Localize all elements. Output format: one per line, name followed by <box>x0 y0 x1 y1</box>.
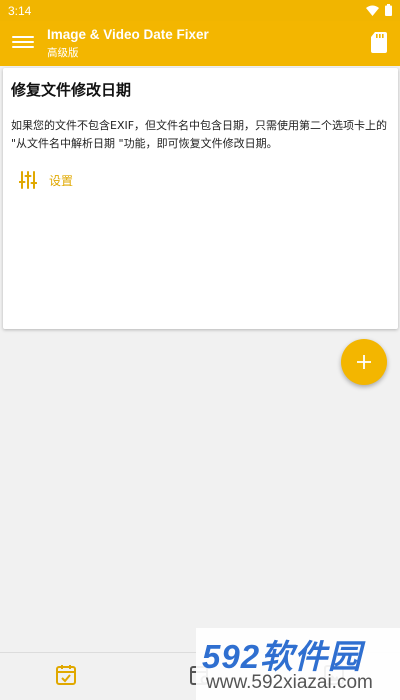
hamburger-menu-icon[interactable] <box>12 33 34 53</box>
fix-modified-date-card: 修复文件修改日期 如果您的文件不包含EXIF，但文件名中包含日期，只需使用第二个… <box>3 68 398 385</box>
sd-card-icon[interactable] <box>371 32 387 53</box>
watermark: 592软件园 www.592xiazai.com <box>196 628 400 700</box>
plus-icon <box>357 355 371 369</box>
status-icons <box>366 4 392 16</box>
status-time: 3:14 <box>8 4 32 18</box>
tune-sliders-icon <box>19 171 37 189</box>
app-bar: Image & Video Date Fixer 高级版 <box>0 21 400 66</box>
app-title: Image & Video Date Fixer <box>47 27 209 42</box>
watermark-logo: 592软件园 <box>202 638 363 675</box>
status-bar: 3:14 <box>0 0 400 21</box>
card-title: 修复文件修改日期 <box>11 81 132 99</box>
settings-button[interactable]: 设置 <box>19 169 73 191</box>
watermark-url: www.592xiazai.com <box>206 672 373 693</box>
app-subtitle: 高级版 <box>47 47 79 59</box>
card-description: 如果您的文件不包含EXIF，但文件名中包含日期，只需使用第二个选项卡上的 "从文… <box>11 119 388 150</box>
add-button[interactable] <box>341 339 387 385</box>
battery-icon <box>385 4 392 16</box>
settings-label: 设置 <box>49 173 74 188</box>
calendar-check-icon[interactable] <box>54 663 78 687</box>
wifi-icon <box>366 5 379 16</box>
